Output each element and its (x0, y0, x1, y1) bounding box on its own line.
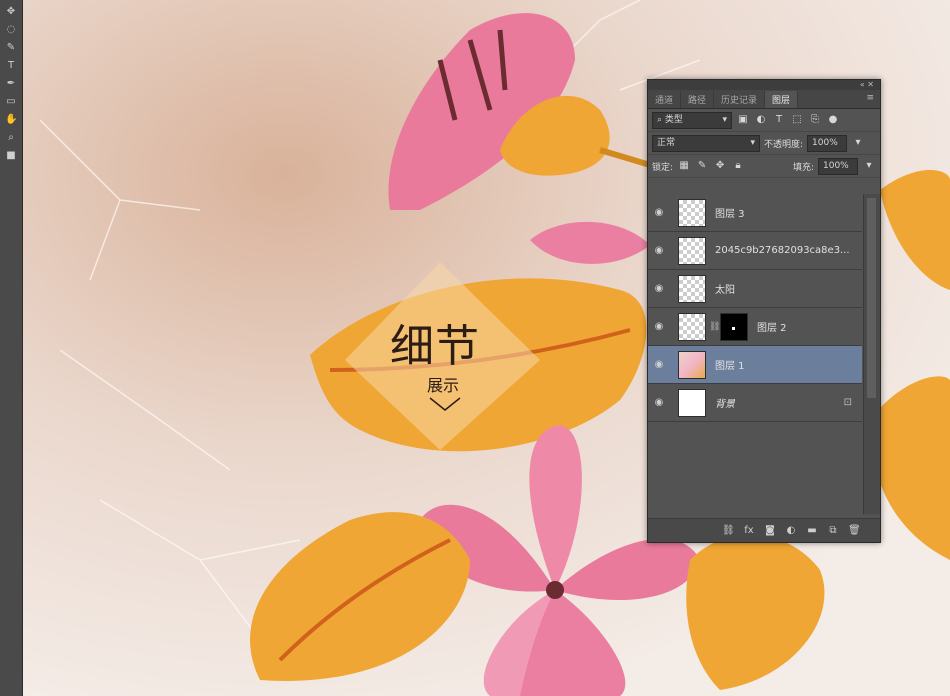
panel-bottom-bar: ⛓ fx ◙ ◐ ▬ ⧉ 🗑︎ (648, 518, 880, 542)
lock-paint-icon[interactable]: ✎ (695, 159, 709, 173)
scrollbar-thumb[interactable] (867, 198, 876, 398)
layer-mask-thumbnail[interactable] (720, 312, 748, 341)
fx-icon[interactable]: fx (743, 525, 755, 536)
adjustment-icon[interactable]: ◐ (785, 525, 797, 536)
mask-icon[interactable]: ◙ (764, 525, 776, 536)
layer-row[interactable]: ◉ ⛓ 图层 2 (648, 308, 862, 346)
filter-kind-select[interactable]: ⌕ 类型 ▾ (652, 111, 732, 129)
lock-transparent-icon[interactable]: ▦ (677, 159, 691, 173)
search-icon: ⌕ (657, 114, 665, 125)
filter-row: ⌕ 类型 ▾ ▣ ◐ T ⬚ ⎘ ● (648, 109, 880, 132)
trash-icon[interactable]: 🗑︎ (848, 525, 861, 536)
layer-row[interactable]: ◉ 背景 ⊡ (648, 384, 862, 422)
chevron-down-icon (429, 397, 461, 411)
text-tool-icon[interactable]: T (5, 60, 17, 72)
zoom-tool-icon[interactable]: ⌕ (5, 132, 17, 144)
detail-badge: 细节 展示 (340, 262, 540, 452)
layer-thumbnail (678, 274, 706, 303)
layer-row[interactable]: ◉ 图层 3 (648, 194, 862, 232)
layer-name[interactable]: 图层 1 (715, 357, 745, 372)
layer-row-selected[interactable]: ◉ 图层 1 (648, 346, 862, 384)
chain-link-icon[interactable]: ⛓ (709, 322, 720, 332)
move-tool-icon[interactable]: ✥ (5, 6, 17, 18)
layer-thumbnail (678, 198, 706, 227)
panel-tabs: 通道 路径 历史记录 图层 ≡ (648, 90, 880, 109)
link-icon[interactable]: ⛓ (722, 525, 735, 536)
blend-mode-select[interactable]: 正常 ▾ (652, 134, 760, 152)
filter-adjustment-icon[interactable]: ◐ (754, 113, 768, 127)
new-layer-icon[interactable]: ⧉ (827, 525, 839, 536)
badge-subtitle: 展示 (427, 376, 460, 395)
shape-tool-icon[interactable]: ▭ (5, 96, 17, 108)
eye-icon[interactable]: ◉ (648, 397, 670, 408)
layer-thumbnail (678, 312, 706, 341)
filter-toggle-icon[interactable]: ● (826, 113, 840, 127)
eye-icon[interactable]: ◉ (648, 207, 670, 218)
eye-icon[interactable]: ◉ (648, 321, 670, 332)
lock-row: 锁定: ▦ ✎ ✥ 🔒︎ 填充: 100% ▾ (648, 155, 880, 178)
blend-row: 正常 ▾ 不透明度: 100% ▾ (648, 132, 880, 155)
lock-icon: ⊡ (843, 397, 852, 408)
chevron-down-icon: ▾ (750, 137, 755, 148)
folder-icon[interactable]: ▬ (806, 525, 818, 536)
layer-name[interactable]: 图层 2 (757, 319, 787, 334)
opacity-label: 不透明度: (764, 139, 804, 150)
lock-label: 锁定: (652, 162, 674, 173)
fill-label: 填充: (792, 162, 814, 173)
layer-row[interactable]: ◉ 2045c9b27682093ca8e3... (648, 232, 862, 270)
tab-channels[interactable]: 通道 (648, 91, 682, 108)
chevron-down-icon[interactable]: ▾ (862, 159, 876, 173)
badge-title: 细节 (390, 321, 480, 372)
layers-panel: « ✕ 通道 路径 历史记录 图层 ≡ ⌕ 类型 ▾ ▣ ◐ T ⬚ ⎘ ● 正… (647, 79, 881, 543)
layer-name[interactable]: 太阳 (715, 281, 735, 296)
layer-row[interactable]: ◉ 太阳 (648, 270, 862, 308)
lock-all-icon[interactable]: 🔒︎ (731, 159, 745, 173)
tab-layers[interactable]: 图层 (765, 91, 799, 108)
layers-list: ◉ 图层 3 ◉ 2045c9b27682093ca8e3... ◉ 太阳 ◉ … (648, 194, 862, 422)
panel-titlebar[interactable]: « ✕ (648, 80, 880, 90)
panel-menu-icon[interactable]: ≡ (866, 93, 874, 103)
eye-icon[interactable]: ◉ (648, 245, 670, 256)
filter-type-icon[interactable]: T (772, 113, 786, 127)
layer-thumbnail (678, 236, 706, 265)
filter-smart-icon[interactable]: ⎘ (808, 113, 822, 127)
foreground-color-icon[interactable]: ■ (5, 150, 17, 162)
eye-icon[interactable]: ◉ (648, 359, 670, 370)
brush-tool-icon[interactable]: ✎ (5, 42, 17, 54)
lock-position-icon[interactable]: ✥ (713, 159, 727, 173)
tab-paths[interactable]: 路径 (681, 91, 715, 108)
fill-input[interactable]: 100% (818, 157, 858, 175)
layers-scrollbar[interactable] (863, 194, 880, 514)
filter-pixel-icon[interactable]: ▣ (736, 113, 750, 127)
chevron-down-icon: ▾ (722, 114, 727, 125)
layer-name[interactable]: 2045c9b27682093ca8e3... (715, 245, 850, 256)
tools-toolbar: ✥ ◌ ✎ T ✒ ▭ ✋ ⌕ ■ (0, 0, 23, 696)
hand-tool-icon[interactable]: ✋ (5, 114, 17, 126)
tab-history[interactable]: 历史记录 (714, 91, 766, 108)
layer-name[interactable]: 图层 3 (715, 205, 745, 220)
pen-tool-icon[interactable]: ✒ (5, 78, 17, 90)
chevron-down-icon[interactable]: ▾ (851, 136, 865, 150)
layer-thumbnail (678, 388, 706, 417)
lasso-tool-icon[interactable]: ◌ (5, 24, 17, 36)
layer-thumbnail (678, 350, 706, 379)
collapse-icon[interactable]: « ✕ (860, 80, 874, 89)
filter-shape-icon[interactable]: ⬚ (790, 113, 804, 127)
opacity-input[interactable]: 100% (807, 134, 848, 152)
layer-name[interactable]: 背景 (715, 395, 735, 410)
eye-icon[interactable]: ◉ (648, 283, 670, 294)
